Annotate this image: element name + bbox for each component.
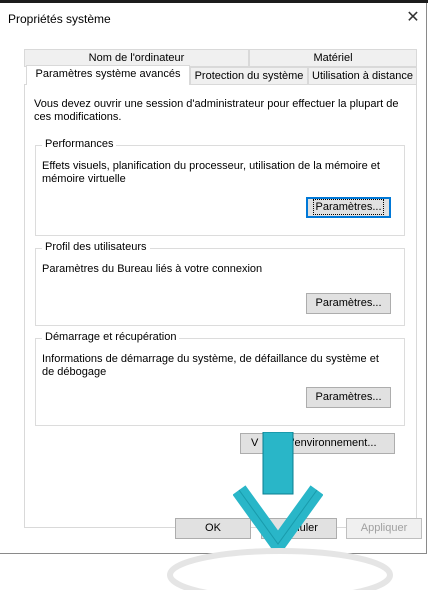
demarrage-settings-button[interactable]: Paramètres... [306,387,391,408]
profil-group: Profil des utilisateurs Paramètres du Bu… [35,241,405,326]
performances-description: Effets visuels, planification du process… [42,160,380,185]
tab-utilisation-distance[interactable]: Utilisation à distance [308,67,417,85]
performances-settings-label: Paramètres... [313,199,384,215]
title-bar: Propriétés système ✕ [0,3,426,33]
tab-materiel[interactable]: Matériel [249,49,417,67]
close-icon[interactable]: ✕ [402,8,424,28]
performances-settings-button[interactable]: Paramètres... [306,197,391,218]
tab-parametres-systeme-avances[interactable]: Paramètres système avancés [26,65,190,85]
performances-group: Performances Effets visuels, planificati… [35,138,405,236]
profil-description: Paramètres du Bureau liés à votre connex… [42,263,263,275]
tab-protection-systeme[interactable]: Protection du système [190,67,308,85]
decorative-ring [167,548,393,590]
demarrage-group: Démarrage et récupération Informations d… [35,331,405,426]
admin-notice: Vous devez ouvrir une session d'administ… [34,98,399,123]
profil-settings-button[interactable]: Paramètres... [306,293,391,314]
performances-title: Performances [42,138,117,150]
demarrage-description: Informations de démarrage du système, de… [42,353,379,378]
window-title: Propriétés système [8,12,111,26]
demarrage-title: Démarrage et récupération [42,331,180,343]
profil-title: Profil des utilisateurs [42,241,150,253]
tab-content-advanced: Vous devez ouvrir une session d'administ… [24,84,417,528]
